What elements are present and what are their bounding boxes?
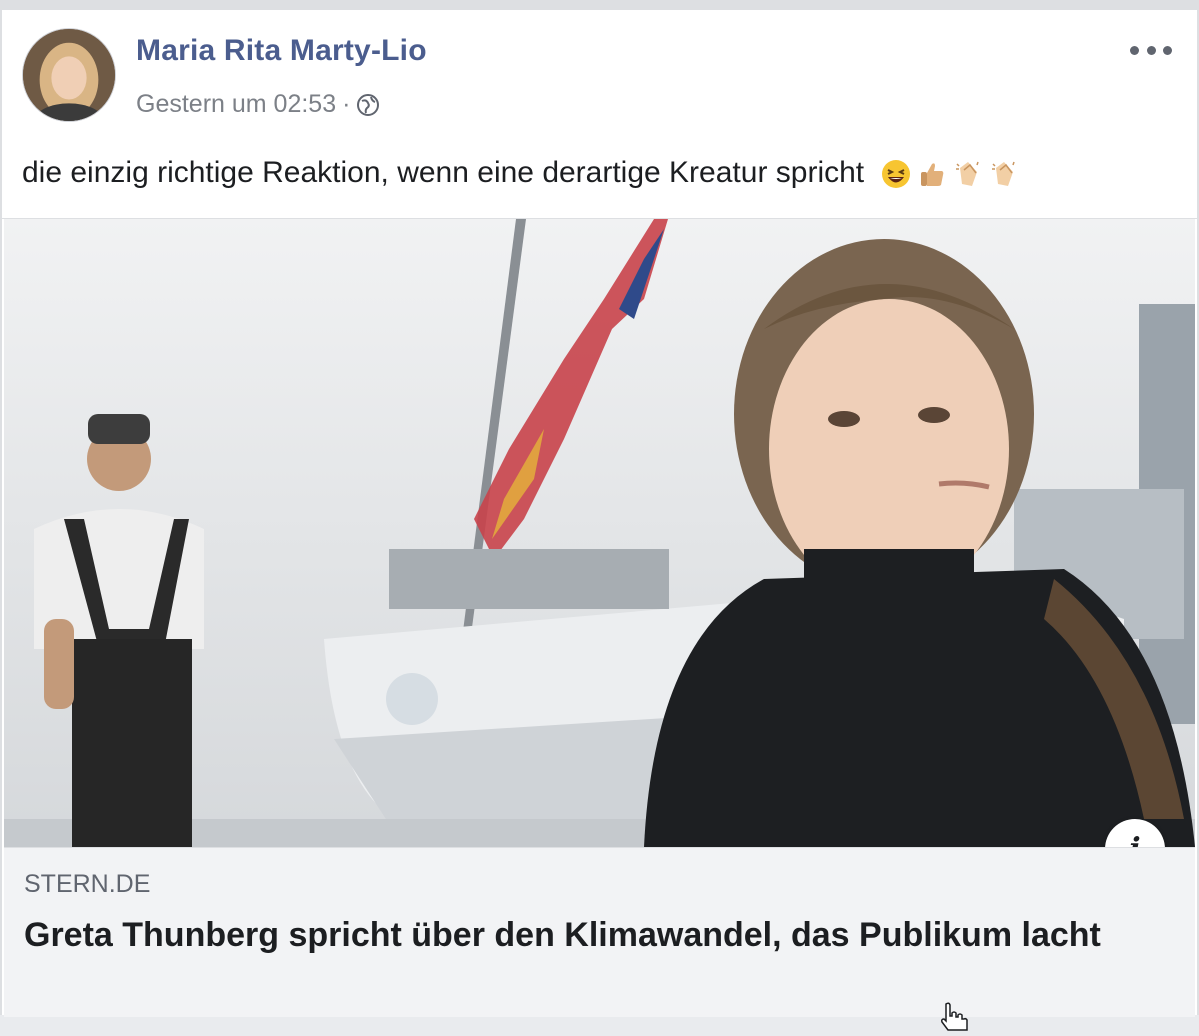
hand-cursor-icon — [941, 1002, 968, 1031]
more-dot — [1163, 45, 1172, 55]
clapping-hands-emoji — [992, 161, 1016, 187]
post-message-text: die einzig richtige Reaktion, wenn eine … — [22, 156, 865, 189]
post-meta: Gestern um 02:53 · — [136, 90, 380, 119]
link-title[interactable]: Greta Thunberg spricht über den Klimawan… — [24, 912, 1134, 958]
meta-separator: · — [342, 90, 351, 118]
more-dot — [1130, 45, 1139, 55]
link-preview-image[interactable] — [4, 219, 1195, 847]
post-header: Maria Rita Marty-Lio Gestern um 02:53 · — [22, 28, 1182, 128]
link-domain: STERN.DE — [24, 870, 151, 898]
post-timestamp[interactable]: Gestern um 02:53 — [136, 90, 336, 119]
avatar-photo — [23, 29, 115, 121]
laughing-emoji — [882, 160, 911, 189]
globe-icon — [357, 93, 380, 116]
clapping-hands-emoji — [956, 161, 980, 187]
emoji-group — [880, 158, 1020, 190]
facebook-post-card: Maria Rita Marty-Lio Gestern um 02:53 · … — [0, 0, 1199, 1031]
link-caption[interactable]: STERN.DE Greta Thunberg spricht über den… — [4, 847, 1195, 1017]
post-message: die einzig richtige Reaktion, wenn eine … — [22, 156, 1172, 190]
more-dot — [1146, 45, 1156, 55]
author-avatar[interactable] — [22, 28, 116, 122]
more-options-icon[interactable] — [1130, 42, 1172, 58]
link-preview[interactable]: i STERN.DE Greta Thunberg spricht über d… — [2, 218, 1197, 1017]
author-name[interactable]: Maria Rita Marty-Lio — [136, 34, 427, 68]
thumbs-up-emoji — [921, 163, 944, 187]
article-photo — [4, 219, 1195, 847]
